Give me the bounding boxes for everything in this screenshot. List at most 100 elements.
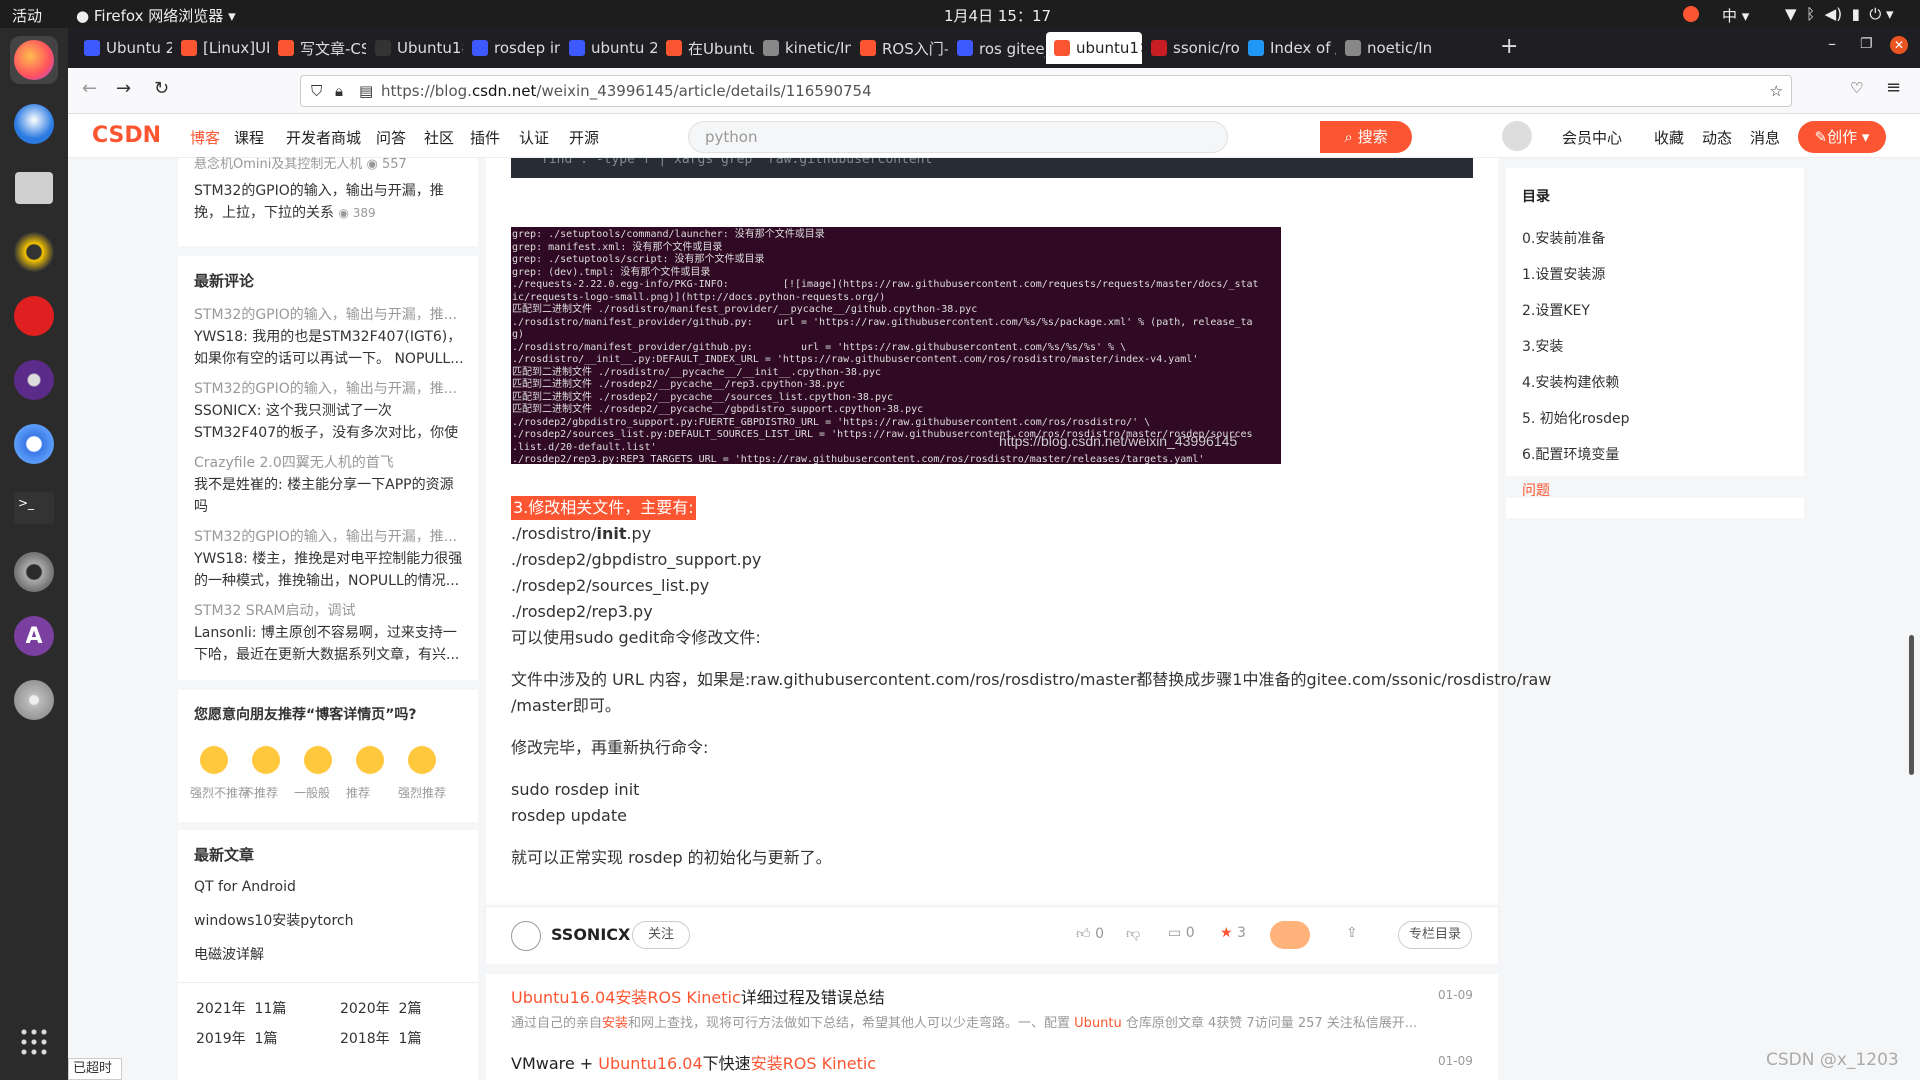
comment-article-link[interactable]: Crazyfile 2.0四翼无人机的首飞: [194, 452, 464, 474]
like-button[interactable]: 👍︎ 0: [1076, 925, 1104, 942]
optical-drive-launcher-icon[interactable]: [10, 676, 58, 724]
favorite-button[interactable]: ★ 3: [1220, 925, 1246, 941]
files-launcher-icon[interactable]: [10, 164, 58, 212]
software-launcher-icon[interactable]: A: [10, 612, 58, 660]
nav-item-3[interactable]: 问答: [376, 127, 406, 148]
system-tray[interactable]: ▼ ᛒ ◀) ▮ ⏻ ▾: [1785, 5, 1894, 23]
toc-item[interactable]: 1.设置安装源: [1522, 264, 1605, 284]
comment-text[interactable]: Lansonli: 博主原创不容易啊，过来支持一下哈，最近在更新大数据系列文章，…: [194, 622, 464, 666]
messages-link[interactable]: 消息: [1750, 127, 1780, 148]
input-method[interactable]: 中 ▾: [1722, 5, 1749, 26]
search-button[interactable]: ⌕ 搜索: [1320, 121, 1412, 153]
reload-icon[interactable]: ↻: [154, 78, 169, 99]
author-name[interactable]: SSONICX: [551, 925, 630, 944]
tab-3[interactable]: Ubuntu18.0: [367, 32, 463, 64]
related-article-title[interactable]: Ubuntu16.04安装ROS Kinetic详细过程及错误总结: [511, 984, 885, 1008]
tab-7[interactable]: kinetic/Inst: [755, 32, 851, 64]
chromium-launcher-icon[interactable]: [10, 420, 58, 468]
tab-13[interactable]: noetic/Inst: [1337, 32, 1433, 64]
related-article-title[interactable]: VMware + Ubuntu16.04下快速安装ROS Kinetic: [511, 1050, 876, 1074]
list-item[interactable]: QT for Android: [194, 876, 296, 898]
app-menu[interactable]: ● Firefox 网络浏览器 ▾: [76, 5, 236, 26]
recommend-face-icon[interactable]: [200, 746, 228, 774]
page-info-icon[interactable]: ▤: [359, 76, 373, 106]
tab-0[interactable]: Ubuntu 20.: [76, 32, 172, 64]
close-tab-icon[interactable]: ✕: [1139, 39, 1142, 57]
maximize-window-button[interactable]: ❐: [1860, 36, 1873, 52]
nav-item-2[interactable]: 开发者商城: [286, 127, 361, 148]
toc-item[interactable]: 0.安装前准备: [1522, 228, 1605, 248]
tab-1[interactable]: [Linux]Ubu: [173, 32, 269, 64]
activity-link[interactable]: 动态: [1702, 127, 1732, 148]
list-item[interactable]: 悬念机Omini及其控制无人机 ◉ 557: [194, 154, 407, 176]
recommend-face-icon[interactable]: [252, 746, 280, 774]
toc-item[interactable]: 3.安装: [1522, 336, 1563, 356]
recommend-face-icon[interactable]: [408, 746, 436, 774]
show-apps-grid-icon[interactable]: [10, 1018, 58, 1066]
shield-icon[interactable]: ⛉: [311, 76, 322, 106]
nav-item-6[interactable]: 认证: [519, 127, 549, 148]
tab-8[interactable]: ROS入门—: [852, 32, 948, 64]
video-player-launcher-icon[interactable]: [10, 356, 58, 404]
comment-article-link[interactable]: STM32的GPIO的输入，输出与开漏，推...: [194, 526, 464, 548]
pocket-icon[interactable]: ♡: [1850, 79, 1863, 97]
nav-item-7[interactable]: 开源: [569, 127, 599, 148]
toc-item[interactable]: 2.设置KEY: [1522, 300, 1590, 320]
reward-icon[interactable]: [1270, 921, 1310, 949]
nav-item-4[interactable]: 社区: [424, 127, 454, 148]
rhythmbox-launcher-icon[interactable]: [10, 228, 58, 276]
tab-11[interactable]: ssonic/rosd: [1143, 32, 1239, 64]
nav-item-5[interactable]: 插件: [470, 127, 500, 148]
favorites-link[interactable]: 收藏: [1654, 127, 1684, 148]
avatar[interactable]: [511, 921, 541, 951]
list-item[interactable]: STM32的GPIO的输入，输出与开漏，推挽，上拉，下拉的关系 ◉ 389: [194, 180, 464, 224]
toc-item[interactable]: 6.配置环境变量: [1522, 444, 1619, 464]
avatar[interactable]: [1502, 121, 1532, 151]
url-bar[interactable]: ⛉ 🔒︎ ▤ https://blog.csdn.net/weixin_4399…: [300, 75, 1792, 107]
thunderbird-launcher-icon[interactable]: [10, 100, 58, 148]
archive-link[interactable]: 2019年 1篇: [196, 1028, 277, 1050]
comment-text[interactable]: YWS18: 楼主，推挽是对电平控制能力很强的一种模式，推挽输出，NOPULL的…: [194, 548, 464, 592]
tray-csdn-icon[interactable]: [1683, 6, 1699, 22]
comment-article-link[interactable]: STM32 SRAM启动，调试: [194, 600, 464, 622]
archive-link[interactable]: 2020年 2篇: [340, 998, 421, 1020]
hamburger-menu-icon[interactable]: ≡: [1886, 77, 1901, 98]
list-item[interactable]: windows10安装pytorch: [194, 910, 353, 932]
firefox-launcher-icon[interactable]: [10, 36, 58, 84]
archive-link[interactable]: 2018年 1篇: [340, 1028, 421, 1050]
page-scrollbar[interactable]: [1909, 635, 1914, 775]
tab-12[interactable]: Index of /r: [1240, 32, 1336, 64]
forward-arrow-icon[interactable]: →: [116, 78, 131, 99]
list-item[interactable]: 电磁波详解: [194, 944, 264, 966]
column-toc-button[interactable]: 专栏目录: [1398, 921, 1472, 949]
archive-link[interactable]: 2021年 11篇: [196, 998, 286, 1020]
settings-launcher-icon[interactable]: [10, 548, 58, 596]
comment-article-link[interactable]: STM32的GPIO的输入，输出与开漏，推...: [194, 304, 464, 326]
comment-text[interactable]: YWS18: 我用的也是STM32F407(IGT6)，如果你有空的话可以再试一…: [194, 326, 464, 370]
csdn-logo[interactable]: CSDN: [92, 123, 161, 148]
nav-item-0[interactable]: 博客: [190, 127, 220, 148]
search-input[interactable]: python: [688, 121, 1228, 153]
tab-5[interactable]: ubuntu 20.0: [561, 32, 657, 64]
tab-4[interactable]: rosdep init: [464, 32, 560, 64]
dislike-button[interactable]: 👎︎: [1126, 925, 1140, 942]
toc-item[interactable]: 5. 初始化rosdep: [1522, 408, 1630, 428]
terminal-launcher-icon[interactable]: >_: [10, 484, 58, 532]
activities-button[interactable]: 活动: [12, 5, 42, 26]
comment-text[interactable]: SSONICX: 这个我只测试了一次STM32F407的板子，没有多次对比，你使…: [194, 400, 464, 444]
bookmark-star-icon[interactable]: ☆: [1770, 76, 1783, 106]
share-icon[interactable]: ⇪: [1346, 925, 1358, 941]
comment-button[interactable]: ▭ 0: [1168, 925, 1195, 941]
create-button[interactable]: ✎创作 ▾: [1798, 121, 1886, 153]
minimize-window-button[interactable]: –: [1828, 34, 1836, 53]
lock-icon[interactable]: 🔒︎: [335, 76, 343, 106]
toc-item[interactable]: 4.安装构建依赖: [1522, 372, 1619, 392]
tab-2[interactable]: 写文章-CSD: [270, 32, 366, 64]
tab-6[interactable]: 在Ubuntu2: [658, 32, 754, 64]
back-arrow-icon[interactable]: ←: [82, 78, 97, 99]
comment-text[interactable]: 我不是姓崔的: 楼主能分享一下APP的资源吗: [194, 474, 464, 518]
follow-button[interactable]: 关注: [632, 921, 690, 949]
tab-10[interactable]: ubuntu1✕: [1046, 32, 1142, 64]
tab-9[interactable]: ros gitee_百: [949, 32, 1045, 64]
music-app-launcher-icon[interactable]: [10, 292, 58, 340]
